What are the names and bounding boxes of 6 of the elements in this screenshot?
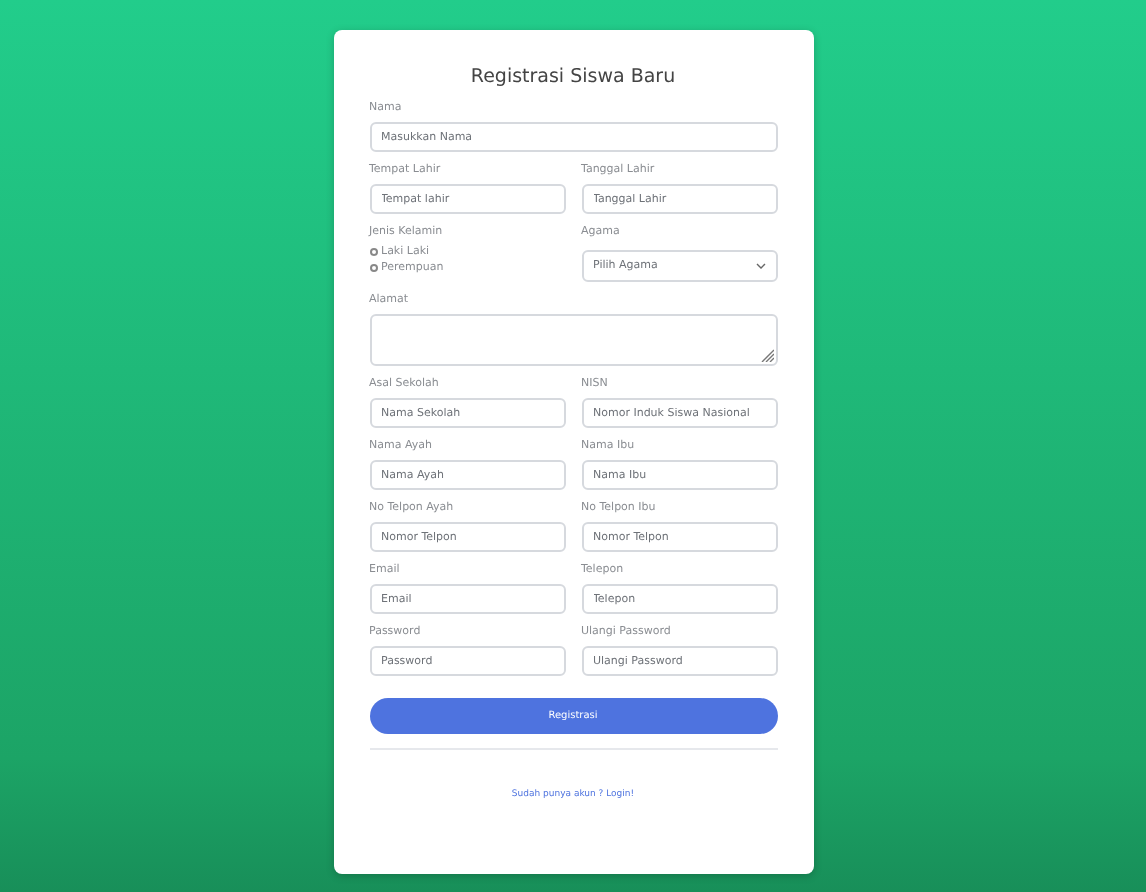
form-title: Registrasi Siswa Baru [468,66,678,88]
textarea-field[interactable] [369,314,777,366]
caret-icon [755,262,765,270]
radio-button[interactable] [369,264,377,272]
resize-grip-icon [759,348,773,362]
radio-button[interactable] [369,248,377,256]
